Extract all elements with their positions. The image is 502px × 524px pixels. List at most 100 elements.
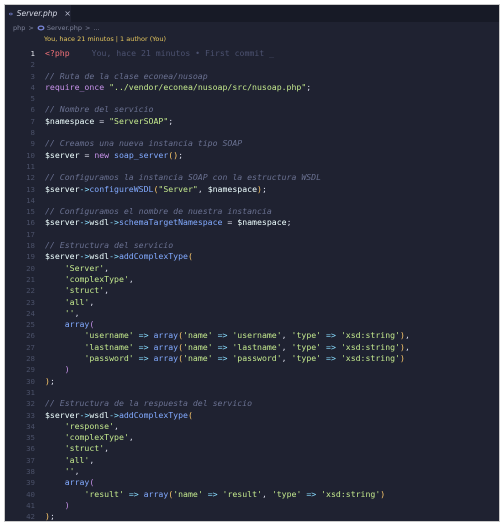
code-line[interactable]: 33 $server->wsdl->addComplexType( [5, 410, 499, 421]
line-number: 6 [30, 105, 35, 115]
code-line[interactable]: 4 require_once "../vendor/econea/nusoap/s… [5, 82, 499, 93]
code-line[interactable]: 10 $server = new soap_server(); [5, 150, 499, 161]
code-line[interactable]: 7 $namespace = "ServerSOAP"; [5, 116, 499, 127]
breadcrumb-folder[interactable]: php [13, 24, 25, 32]
code-line[interactable]: 23 'all', [5, 297, 499, 308]
code-text[interactable]: 'username' => array('name' => 'username'… [45, 330, 409, 341]
line-number: 20 [26, 263, 35, 273]
code-line[interactable]: 42); [5, 511, 499, 521]
code-line[interactable]: 37 'all', [5, 455, 499, 466]
line-number: 3 [30, 71, 35, 81]
code-line[interactable]: 13 $server->configureWSDL("Server", $name… [5, 184, 499, 195]
code-line[interactable]: 39 array( [5, 477, 499, 488]
code-text[interactable]: $server->wsdl->addComplexType( [45, 251, 193, 262]
code-line[interactable]: 27 'lastname' => array('name' => 'lastna… [5, 342, 499, 353]
code-text[interactable]: ) [45, 500, 70, 511]
line-number: 15 [26, 207, 35, 217]
code-text[interactable]: $server = new soap_server(); [45, 150, 183, 161]
code-text[interactable]: 'struct', [45, 285, 109, 296]
code-text[interactable]: ) [45, 364, 70, 375]
code-text[interactable]: $namespace = "ServerSOAP"; [45, 116, 173, 127]
code-text[interactable]: 'password' => array('name' => 'password'… [45, 353, 405, 364]
code-text[interactable]: 'Server', [45, 263, 109, 274]
code-text[interactable]: array( [45, 319, 95, 330]
code-text[interactable]: 'complexType', [45, 432, 134, 443]
code-text[interactable]: 'struct', [45, 443, 109, 454]
php-file-icon [37, 25, 45, 31]
breadcrumb-more[interactable]: ... [93, 24, 99, 32]
code-text[interactable]: ); [45, 376, 55, 387]
code-text[interactable]: 'result' => array('name' => 'result', 't… [45, 489, 385, 500]
blame-text[interactable]: You, hace 21 minutos | 1 author (You) [44, 35, 166, 43]
code-text[interactable]: ); [45, 511, 55, 521]
code-text[interactable]: <?php You, hace 21 minutos • First commit… [45, 48, 274, 59]
code-text[interactable]: 'all', [45, 297, 95, 308]
code-text[interactable]: // Ruta de la clase econea/nusoap [45, 71, 208, 82]
code-line[interactable]: 28 'password' => array('name' => 'passwo… [5, 353, 499, 364]
breadcrumb-separator: > [85, 24, 91, 32]
code-text[interactable]: $server->configureWSDL("Server", $namesp… [45, 184, 267, 195]
code-text[interactable]: $server->wsdl->schemaTargetNamespace = $… [45, 217, 292, 228]
code-line[interactable]: 3 // Ruta de la clase econea/nusoap [5, 71, 499, 82]
code-line[interactable]: 14 [5, 195, 499, 206]
code-text[interactable]: // Configuramos el nombre de nuestra ins… [45, 206, 272, 217]
line-number: 10 [26, 150, 35, 160]
line-number: 4 [30, 82, 35, 92]
code-text[interactable]: // Estructura de la respuesta del servic… [45, 398, 252, 409]
code-line[interactable]: 35 'complexType', [5, 432, 499, 443]
code-line[interactable]: 1 <?php You, hace 21 minutos • First commi… [5, 48, 499, 59]
code-line[interactable]: 2 [5, 59, 499, 70]
code-line[interactable]: 8 [5, 127, 499, 138]
code-line[interactable]: 41 ) [5, 500, 499, 511]
tab-server-php[interactable]: Server.php × [5, 5, 71, 22]
code-text[interactable]: '', [45, 308, 80, 319]
breadcrumb-file[interactable]: Server.php [47, 24, 82, 32]
code-text[interactable]: 'complexType', [45, 274, 134, 285]
code-line[interactable]: 36 'struct', [5, 443, 499, 454]
code-text[interactable]: 'response', [45, 421, 119, 432]
code-text[interactable]: // Creamos una nueva instancia tipo SOAP [45, 138, 242, 149]
code-line[interactable]: 11 [5, 161, 499, 172]
code-line[interactable]: 22 'struct', [5, 285, 499, 296]
tab-close-button[interactable]: × [64, 9, 71, 18]
codelens-blame[interactable]: You, hace 21 minutos | 1 author (You) [5, 34, 499, 44]
code-text[interactable]: require_once "../vendor/econea/nusoap/sr… [45, 82, 311, 93]
code-line[interactable]: 20 'Server', [5, 263, 499, 274]
code-line[interactable]: 19 $server->wsdl->addComplexType( [5, 251, 499, 262]
code-line[interactable]: 18 // Estructura del servicio [5, 240, 499, 251]
code-line[interactable]: 6 // Nombre del servicio [5, 104, 499, 115]
code-line[interactable]: 29 ) [5, 364, 499, 375]
code-text[interactable]: // Nombre del servicio [45, 104, 153, 115]
line-number: 35 [26, 433, 35, 443]
code-line[interactable]: 25 array( [5, 319, 499, 330]
code-text[interactable]: 'lastname' => array('name' => 'lastname'… [45, 342, 409, 353]
code-line[interactable]: 16 $server->wsdl->schemaTargetNamespace =… [5, 217, 499, 228]
code-line[interactable]: 9 // Creamos una nueva instancia tipo SOA… [5, 138, 499, 149]
code-line[interactable]: 5 [5, 93, 499, 104]
code-line[interactable]: 12 // Configuramos la instancia SOAP con … [5, 172, 499, 183]
code-line[interactable]: 34 'response', [5, 421, 499, 432]
code-text[interactable]: '', [45, 466, 80, 477]
line-number: 27 [26, 342, 35, 352]
code-line[interactable]: 32 // Estructura de la respuesta del serv… [5, 398, 499, 409]
code-text[interactable]: $server->wsdl->addComplexType( [45, 410, 193, 421]
code-editor[interactable]: 1 <?php You, hace 21 minutos • First commi… [5, 48, 499, 521]
code-line[interactable]: 26 'username' => array('name' => 'userna… [5, 330, 499, 341]
line-number: 9 [30, 139, 35, 149]
code-line[interactable]: 21 'complexType', [5, 274, 499, 285]
code-text[interactable]: // Estructura del servicio [45, 240, 173, 251]
code-line[interactable]: 17 [5, 229, 499, 240]
php-file-icon [9, 12, 13, 15]
code-text[interactable]: 'all', [45, 455, 95, 466]
code-line[interactable]: 38 '', [5, 466, 499, 477]
code-line[interactable]: 15 // Configuramos el nombre de nuestra i… [5, 206, 499, 217]
code-line[interactable]: 31 [5, 387, 499, 398]
line-number: 28 [26, 354, 35, 364]
code-text[interactable]: // Configuramos la instancia SOAP con la… [45, 172, 321, 183]
code-line[interactable]: 24 '', [5, 308, 499, 319]
line-number: 40 [26, 489, 35, 499]
code-text[interactable]: array( [45, 477, 95, 488]
code-line[interactable]: 30); [5, 376, 499, 387]
inline-blame: You, hace 21 minutos • First commit _ [91, 48, 275, 58]
code-line[interactable]: 40 'result' => array('name' => 'result',… [5, 489, 499, 500]
